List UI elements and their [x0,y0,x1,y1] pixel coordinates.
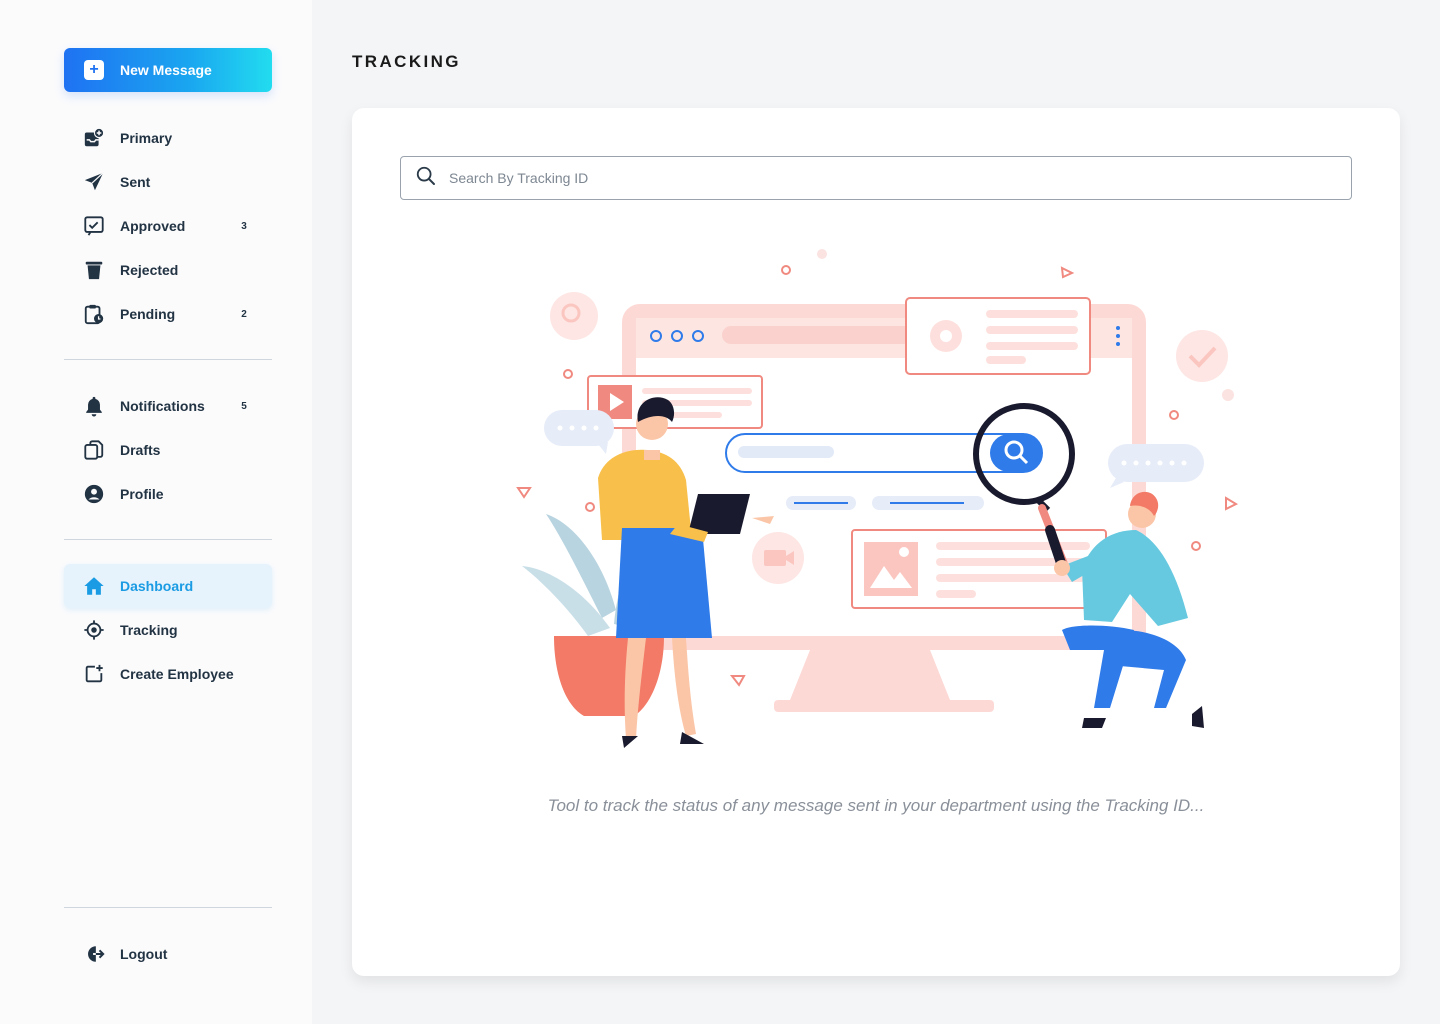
sidebar-item-label: Primary [120,130,173,146]
sidebar-item-rejected[interactable]: Rejected [64,248,272,292]
sidebar-item-primary[interactable]: Primary [64,116,272,160]
search-icon [415,165,437,192]
bell-icon [82,394,106,418]
sidebar-divider [64,359,272,360]
copy-icon [82,438,106,462]
sidebar-item-label: Profile [120,486,164,502]
page-title: TRACKING [352,52,461,71]
search-bar[interactable] [400,156,1352,200]
tracking-card: Tool to track the status of any message … [352,108,1400,976]
sidebar-divider [64,539,272,540]
sidebar-item-label: Tracking [120,622,178,638]
count-badge: 3 [241,220,247,232]
sidebar-item-approved[interactable]: Approved 3 [64,204,272,248]
sidebar-item-tracking[interactable]: Tracking [64,608,272,652]
sidebar-item-label: Dashboard [120,578,194,594]
logout-icon [82,942,106,966]
sidebar: + New Message Primary Sent Approved 3 Re… [0,0,312,1024]
sidebar-item-label: Approved [120,218,186,234]
checkbox-icon [82,214,106,238]
count-badge: 2 [241,308,247,320]
home-icon [82,574,106,598]
sidebar-item-label: Drafts [120,442,161,458]
add-box-icon [82,662,106,686]
sidebar-item-label: Rejected [120,262,179,278]
count-badge: 5 [241,400,247,412]
logout-button[interactable]: Logout [64,932,272,976]
search-input[interactable] [449,170,1329,186]
new-message-label: New Message [120,62,212,78]
paper-plane-icon [82,170,106,194]
sidebar-item-profile[interactable]: Profile [64,472,272,516]
inbox-plus-icon [82,126,106,150]
plus-icon: + [84,60,104,80]
tracking-description: Tool to track the status of any message … [547,796,1205,815]
sidebar-item-dashboard[interactable]: Dashboard [64,564,272,608]
tracking-illustration [516,249,1239,748]
sidebar-item-drafts[interactable]: Drafts [64,428,272,472]
sidebar-item-label: Create Employee [120,666,234,682]
sidebar-item-sent[interactable]: Sent [64,160,272,204]
sidebar-item-label: Notifications [120,398,205,414]
sidebar-item-label: Pending [120,306,176,322]
sidebar-item-create-employee[interactable]: Create Employee [64,652,272,696]
clipboard-clock-icon [82,302,106,326]
sidebar-divider [64,907,272,908]
sidebar-item-pending[interactable]: Pending 2 [64,292,272,336]
logout-label: Logout [120,946,168,962]
sidebar-item-notifications[interactable]: Notifications 5 [64,384,272,428]
trash-icon [82,258,106,282]
sidebar-item-label: Sent [120,174,151,190]
crosshair-icon [82,618,106,642]
new-message-button[interactable]: + New Message [64,48,272,92]
user-circle-icon [82,482,106,506]
